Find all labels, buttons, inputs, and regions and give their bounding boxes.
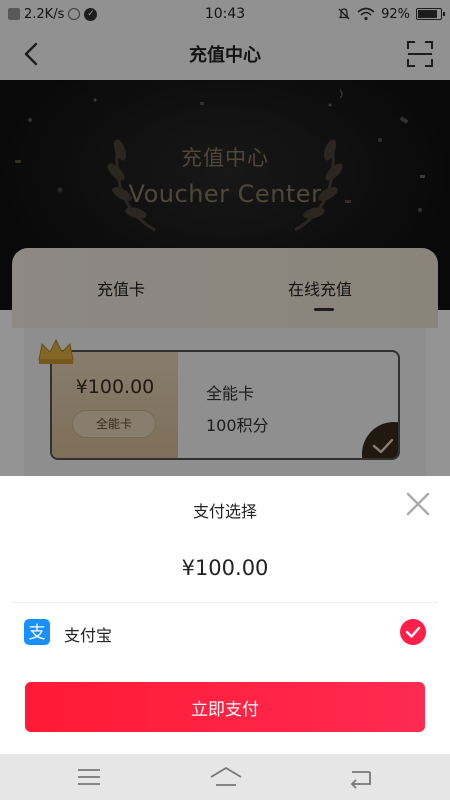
dim-overlay[interactable] xyxy=(0,0,450,476)
check-circle-icon[interactable] xyxy=(400,619,426,645)
menu-icon[interactable] xyxy=(74,764,104,790)
screen: 2.2K/s ✓ 10:43 92% 充值中心 充值中心 Voucher Cen… xyxy=(0,0,450,800)
payment-amount: ¥100.00 xyxy=(181,556,269,580)
system-back-icon[interactable] xyxy=(346,764,376,790)
divider xyxy=(12,602,438,603)
pay-now-button[interactable]: 立即支付 xyxy=(25,682,425,732)
close-icon[interactable] xyxy=(404,490,432,518)
system-nav-bar xyxy=(0,754,450,800)
payment-method-label: 支付宝 xyxy=(64,626,113,645)
alipay-icon: 支 xyxy=(24,619,50,645)
home-icon[interactable] xyxy=(208,764,244,790)
payment-sheet: 支付选择 ¥100.00 支 支付宝 立即支付 xyxy=(0,476,450,754)
payment-method-alipay[interactable]: 支 支付宝 xyxy=(12,616,438,648)
sheet-title: 支付选择 xyxy=(192,502,257,521)
svg-text:支: 支 xyxy=(29,623,46,643)
